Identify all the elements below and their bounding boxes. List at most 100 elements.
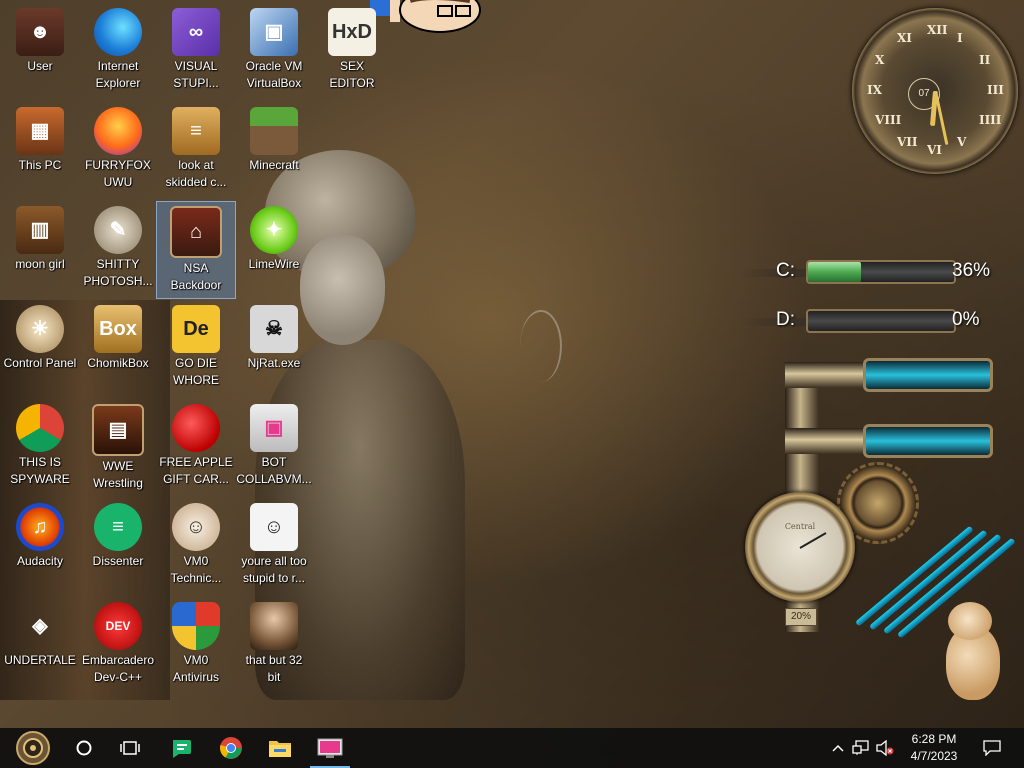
desktop-icon[interactable]: Internet Explorer <box>79 4 157 100</box>
desktop-icon-label: NSA Backdoor <box>170 261 222 292</box>
desktop-icon[interactable]: ♫ Audacity <box>1 499 79 595</box>
bot-collabvm-icon: ▣ <box>250 404 298 452</box>
desktop-icon[interactable]: ≡ look at skidded c... <box>157 103 235 199</box>
limewire-icon: ✦ <box>250 206 298 254</box>
task-view-icon <box>120 741 140 755</box>
desktop-icon[interactable]: ☺ youre all too stupid to r... <box>235 499 313 595</box>
desktop-icon[interactable]: HxD SEX EDITOR <box>313 4 391 100</box>
blue-tube-top <box>863 358 993 392</box>
drive-meter[interactable]: C: 36% <box>742 257 1002 287</box>
desktop-icon[interactable]: ☀ Control Panel <box>1 301 79 397</box>
desktop-icon[interactable]: FURRYFOX UWU <box>79 103 157 199</box>
action-center-button[interactable] <box>980 728 1004 768</box>
taskbar-date: 4/7/2023 <box>910 749 958 763</box>
desktop-icon[interactable]: ✎ SHITTY PHOTOSH... <box>79 202 157 298</box>
desktop-icon-label: UNDERTALE <box>4 653 76 667</box>
desktop-icon[interactable]: ◈ UNDERTALE <box>1 598 79 694</box>
clock-numeral: VIII <box>875 113 902 127</box>
desktop-icon-label: This PC <box>18 158 62 172</box>
desktop-icon[interactable]: ∞ VISUAL STUPI... <box>157 4 235 100</box>
desktop-icon-label: THIS IS SPYWARE <box>10 455 70 486</box>
taskbar-time: 6:28 PM <box>911 732 957 746</box>
taskbar-collabvm[interactable] <box>306 728 354 768</box>
desktop-icon-label: Oracle VM VirtualBox <box>245 59 303 90</box>
cortana-button[interactable] <box>60 728 108 768</box>
desktop-icon[interactable]: De GO DIE WHORE <box>157 301 235 397</box>
blue-tube-middle <box>863 424 993 458</box>
desktop-icon[interactable]: ▣ BOT COLLABVM... <box>235 400 313 496</box>
desktop-icon-label: ChomikBox <box>87 356 149 370</box>
desktop-icon[interactable]: ▦ This PC <box>1 103 79 199</box>
hamster-icon <box>942 596 1004 704</box>
desktop-icon[interactable]: Box ChomikBox <box>79 301 157 397</box>
hex-editor-icon: HxD <box>328 8 376 56</box>
desktop-icon-label: GO DIE WHORE <box>173 356 219 387</box>
clock-button[interactable]: 6:28 PM 4/7/2023 <box>898 731 970 765</box>
user-folder-icon: ☻ <box>16 8 64 56</box>
clock-numeral: XII <box>927 23 948 37</box>
clock-numeral: I <box>957 31 963 46</box>
desktop-icon[interactable]: ☻ User <box>1 4 79 100</box>
wallpaper-smoke <box>520 310 562 382</box>
desktop-icon[interactable]: DEV Embarcadero Dev-C++ <box>79 598 157 694</box>
chrome-icon <box>16 404 64 452</box>
desktop-icon[interactable]: ⌂ NSA Backdoor <box>156 201 236 299</box>
chevron-up-icon <box>832 744 844 752</box>
taskbar-dissenter[interactable] <box>157 728 205 768</box>
desktop-icon-label: SEX EDITOR <box>329 59 375 90</box>
desktop-icon-label: VISUAL STUPI... <box>173 59 219 90</box>
devcpp-icon: DEV <box>94 602 142 650</box>
desktop-icon[interactable]: ☠ NjRat.exe <box>235 301 313 397</box>
pipe-horizontal <box>785 428 865 454</box>
audacity-icon: ♫ <box>16 503 64 551</box>
firefox-icon <box>94 107 142 155</box>
tray-overflow-button[interactable] <box>828 728 848 768</box>
desktop-icon-label: youre all too stupid to r... <box>241 554 307 585</box>
collabvm-icon <box>317 738 343 758</box>
network-button[interactable] <box>850 728 872 768</box>
desktop-icon-label: VM0 Technic... <box>170 554 222 585</box>
desktop-icon-label: FREE APPLE GIFT CAR... <box>159 455 233 486</box>
clock-minute-hand <box>934 90 949 146</box>
desktop-icon[interactable]: ▤ WWE Wrestling <box>79 400 157 496</box>
desktop-icon[interactable]: Minecraft <box>235 103 313 199</box>
portrait-icon <box>250 602 298 650</box>
skull-icon: ☠ <box>250 305 298 353</box>
portrait-sketch-icon: ☺ <box>250 503 298 551</box>
volume-muted-icon <box>876 740 894 756</box>
pressure-gauge: Central <box>745 492 855 602</box>
chrome-icon <box>220 737 242 759</box>
drive-meter[interactable]: D: 0% <box>742 306 1002 336</box>
gimp-icon: ✎ <box>94 206 142 254</box>
desktop-icon-label: User <box>27 59 53 73</box>
desktop-icon[interactable]: ✦ LimeWire <box>235 202 313 298</box>
clock-widget[interactable]: XII I II III IIII V VI VII VIII IX X XI 07 <box>852 8 1018 174</box>
desktop-icon[interactable]: THIS IS SPYWARE <box>1 400 79 496</box>
dissenter-icon <box>173 740 191 758</box>
desktop-icon[interactable]: ▣ Oracle VM VirtualBox <box>235 4 313 100</box>
computer-icon: ▦ <box>16 107 64 155</box>
desktop-icon[interactable]: ≡ Dissenter <box>79 499 157 595</box>
desktop-icon[interactable]: ▥ moon girl <box>1 202 79 298</box>
volume-button[interactable] <box>874 728 896 768</box>
technician-icon: ☺ <box>172 503 220 551</box>
desktop-icon[interactable]: ☺ VM0 Technic... <box>157 499 235 595</box>
desktop-icon-label: SHITTY PHOTOSH... <box>83 257 153 288</box>
desktop-icon-label: Audacity <box>16 554 64 568</box>
desktop-icon[interactable]: FREE APPLE GIFT CAR... <box>157 400 235 496</box>
desktop-icon-label: LimeWire <box>248 257 300 271</box>
desktop-icon-label: Minecraft <box>249 158 299 172</box>
desktop-icon[interactable]: that but 32 bit <box>235 598 313 694</box>
desktop-icon[interactable]: VM0 Antivirus <box>157 598 235 694</box>
start-button[interactable] <box>8 728 58 768</box>
task-view-button[interactable] <box>106 728 154 768</box>
desktop-icon-label: NjRat.exe <box>247 356 301 370</box>
taskbar-chrome[interactable] <box>207 728 255 768</box>
desktop-icon-label: look at skidded c... <box>165 158 227 189</box>
clock-numeral: VI <box>927 143 942 157</box>
desktop-icon-label: BOT COLLABVM... <box>236 455 312 486</box>
desktop-icon-label: Control Panel <box>3 356 77 370</box>
unity-icon: ◈ <box>32 614 48 637</box>
taskbar-file-explorer[interactable] <box>256 728 304 768</box>
network-icon <box>852 740 869 755</box>
